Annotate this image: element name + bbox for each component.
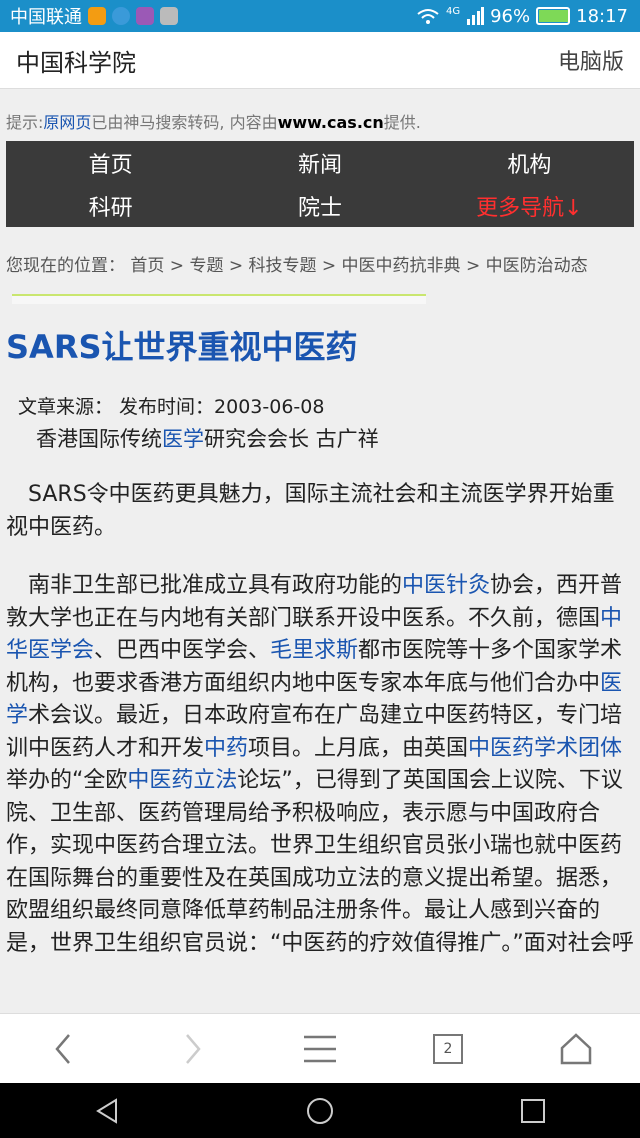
system-recents-icon[interactable] [518,1096,548,1126]
paragraph-text: 、巴西中医学会、 [94,638,271,663]
forward-button[interactable] [162,1019,222,1079]
keyword-link[interactable]: 毛里求斯 [270,638,358,663]
article-title-part1: SARS让世界重视 [6,328,262,366]
author-keyword-link[interactable]: 医学 [162,427,204,451]
breadcrumb[interactable]: 您现在的位置： 首页 > 专题 > 科技专题 > 中医中药抗非典 > 中医防治动… [6,251,640,276]
article-paragraph-1: SARS令中医药更具魅力，国际主流社会和主流医学界开始重视中医药。 [6,482,615,540]
main-nav: 首页 新闻 机构 科研 院士 更多导航↓ [6,141,634,227]
network-type-label: 4G [445,5,461,17]
carrier-label: 中国联通 [10,7,82,28]
transcode-tip: 提示:原网页已由神马搜索转码, 内容由www.cas.cn提供. [6,109,640,133]
keyword-link[interactable]: 中医药立法 [127,768,237,793]
signal-icon [467,7,485,25]
clock: 18:17 [576,5,628,27]
source-domain: www.cas.cn [277,113,384,132]
keyword-link[interactable]: 中药 [204,736,248,761]
tab-count-badge: 2 [433,1034,463,1064]
nav-item-home[interactable]: 首页 [6,141,215,184]
tip-prefix: 提示: [6,113,44,132]
status-bar: 中国联通 4G 96% 18:17 [0,0,640,32]
battery-percent: 96% [490,5,531,27]
tip-suffix: 提供. [383,113,421,132]
paragraph-text: 举办的“全欧 [6,768,128,793]
browser-toolbar: 2 [0,1013,640,1084]
font-notification-icon [160,7,178,25]
paragraph-text: 项目。上月底，由英国 [248,735,469,761]
paragraph-text: 南非卫生部已批准成立具有政府功能的 [28,573,403,598]
article-author: 香港国际传统医学研究会会长 古广祥 [36,423,640,453]
chevron-left-icon [55,1034,70,1064]
article-meta: 文章来源： 发布时间：2003-06-08 [18,396,325,418]
article-title: SARS让世界重视中医药 [6,322,640,368]
menu-button[interactable] [290,1019,350,1079]
site-header: 中国科学院 电脑版 [0,32,640,89]
nav-item-institutes[interactable]: 机构 [425,141,634,184]
nav-item-news[interactable]: 新闻 [215,141,424,184]
paragraph-text: 论坛”，已得到了英国国会上议院、下议院、卫生部、医药管理局给予积极响应，表示愿与… [6,768,634,956]
author-suffix: 研究会会长 古广祥 [204,427,379,451]
nav-item-research[interactable]: 科研 [6,184,215,227]
home-button[interactable] [546,1019,606,1079]
author-prefix: 香港国际传统 [36,427,162,451]
menu-icon [304,1035,336,1063]
keyword-link[interactable]: 中医药学术团体 [468,736,622,761]
divider-bar [12,294,426,304]
article-title-part2: 中医药 [261,328,358,366]
system-home-icon[interactable] [305,1096,335,1126]
gallery-notification-icon [136,7,154,25]
battery-icon [536,7,571,25]
article-paragraph-2: 南非卫生部已批准成立具有政府功能的中医针灸协会，西开普敦大学也正在与内地有关部门… [6,570,634,960]
desktop-version-link[interactable]: 电脑版 [558,44,624,76]
nav-more-button[interactable]: 更多导航↓ [425,184,634,227]
home-icon [560,1033,592,1065]
keyword-link[interactable]: 中医针灸 [402,573,490,598]
system-nav-bar [0,1083,640,1138]
page-content[interactable]: 提示:原网页已由神马搜索转码, 内容由www.cas.cn提供. 首页 新闻 机… [0,89,640,1013]
back-button[interactable] [34,1019,94,1079]
chevron-right-icon [186,1034,201,1064]
wifi-icon [417,9,439,24]
tip-middle: 已由神马搜索转码, 内容由 [91,113,278,132]
site-title[interactable]: 中国科学院 [16,43,136,78]
nav-item-academicians[interactable]: 院士 [215,184,424,227]
app-notification-icon [88,7,106,25]
message-notification-icon [112,7,130,25]
original-page-link[interactable]: 原网页 [43,113,91,132]
tabs-button[interactable]: 2 [418,1019,478,1079]
system-back-icon[interactable] [92,1096,122,1126]
